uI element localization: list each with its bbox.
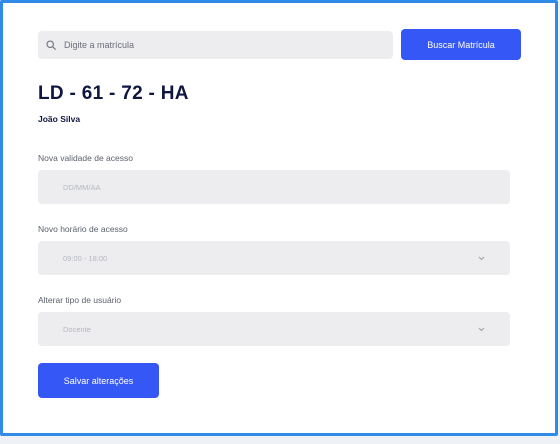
validity-date-field[interactable]: DD/MM/AA bbox=[38, 170, 510, 204]
validity-date-placeholder: DD/MM/AA bbox=[63, 182, 101, 192]
search-placeholder: Digite a matrícula bbox=[64, 40, 135, 50]
schedule-value: 09:00 - 18:00 bbox=[63, 253, 108, 263]
chevron-down-icon bbox=[478, 256, 485, 261]
search-icon bbox=[46, 38, 60, 52]
user-type-label: Alterar tipo de usuário bbox=[38, 295, 122, 305]
main-panel: Digite a matrícula Buscar Matrícula LD -… bbox=[0, 0, 558, 436]
chevron-down-icon bbox=[478, 327, 485, 332]
user-type-value: Docente bbox=[63, 324, 91, 334]
user-type-select[interactable]: Docente bbox=[38, 312, 510, 346]
page-title: LD - 61 - 72 - HA bbox=[38, 83, 189, 104]
schedule-label: Novo horário de acesso bbox=[38, 224, 128, 234]
search-input[interactable]: Digite a matrícula bbox=[38, 31, 393, 59]
save-button[interactable]: Salvar alterações bbox=[38, 363, 159, 398]
search-button[interactable]: Buscar Matrícula bbox=[401, 29, 521, 60]
schedule-select[interactable]: 09:00 - 18:00 bbox=[38, 241, 510, 275]
owner-name: João Silva bbox=[38, 114, 81, 124]
validity-label: Nova validade de acesso bbox=[38, 153, 133, 163]
